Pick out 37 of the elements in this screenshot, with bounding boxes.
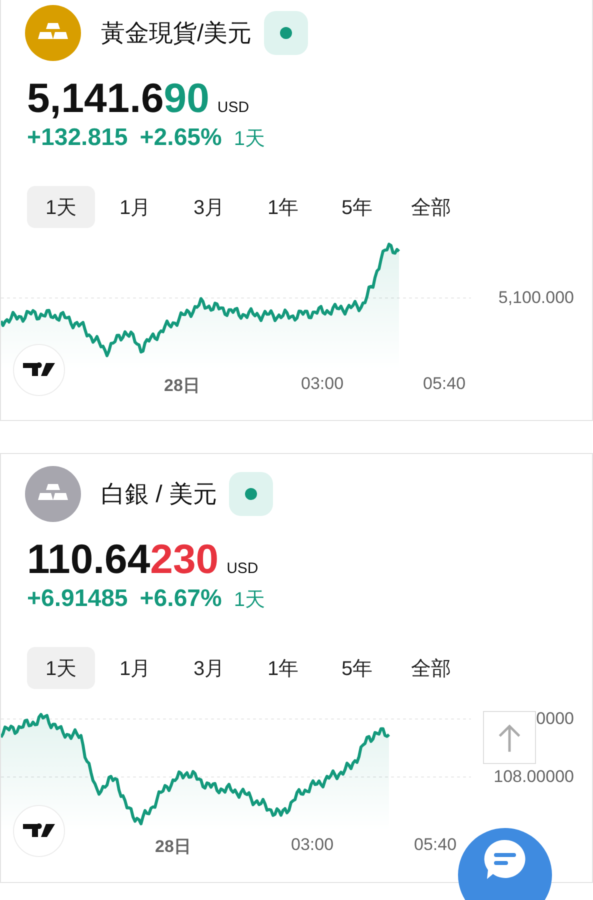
- range-tab[interactable]: 1天: [27, 186, 95, 228]
- range-tab[interactable]: 1天: [27, 647, 95, 689]
- range-tab[interactable]: 1年: [249, 647, 317, 689]
- price: 5,141.690: [27, 75, 210, 122]
- range-tab[interactable]: 3月: [175, 186, 243, 228]
- range-tab[interactable]: 1月: [101, 647, 169, 689]
- axis-label: 05:40: [414, 835, 457, 855]
- axis-label: 28日: [164, 375, 200, 397]
- axis-label: 05:40: [423, 374, 466, 394]
- range-tab[interactable]: 1年: [249, 186, 317, 228]
- range-tab[interactable]: 5年: [323, 647, 391, 689]
- period-label: 1天: [234, 127, 265, 152]
- range-tab[interactable]: 3月: [175, 647, 243, 689]
- axis-label: 28日: [155, 836, 191, 858]
- chart-logo-icon: [13, 805, 65, 857]
- scroll-to-top-button[interactable]: [483, 711, 536, 764]
- price-change: +6.91485: [27, 585, 128, 613]
- price: 110.64230: [27, 536, 219, 583]
- axis-label: 108.00000: [494, 767, 574, 787]
- range-tab[interactable]: 1月: [101, 186, 169, 228]
- chat-button[interactable]: [458, 828, 552, 900]
- percent-change: +6.67%: [140, 585, 222, 613]
- axis-label: 03:00: [291, 835, 334, 855]
- currency: USD: [217, 99, 250, 116]
- price-change: +132.815: [27, 124, 128, 152]
- period-label: 1天: [234, 588, 265, 613]
- axis-label: 5,100.000: [498, 288, 574, 308]
- chart-logo-icon: [13, 344, 65, 396]
- range-tab[interactable]: 全部: [397, 647, 465, 689]
- instrument-name: 白銀 / 美元: [101, 480, 218, 510]
- range-tab[interactable]: 全部: [397, 186, 465, 228]
- axis-label: 03:00: [301, 374, 344, 394]
- instrument-name: 黃金現貨/美元: [101, 19, 252, 49]
- currency: USD: [226, 560, 258, 577]
- percent-change: +2.65%: [140, 124, 222, 152]
- range-tab[interactable]: 5年: [323, 186, 391, 228]
- axis-label: 0000: [536, 709, 574, 729]
